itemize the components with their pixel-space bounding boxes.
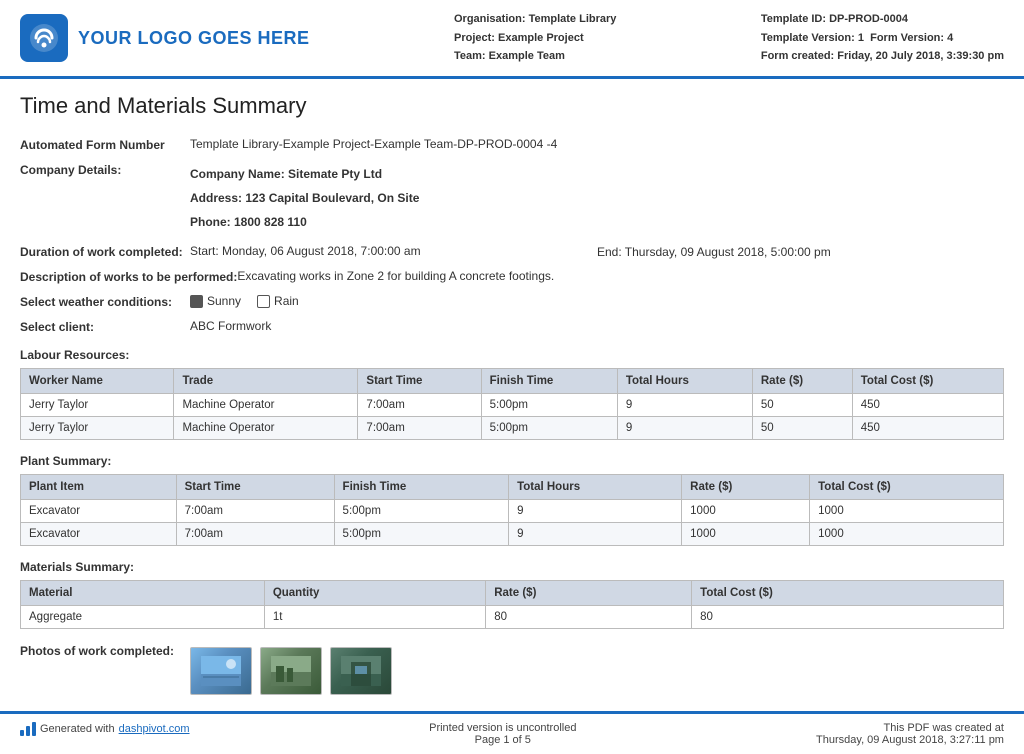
weather-label: Select weather conditions: — [20, 294, 190, 309]
plant-section-title: Plant Summary: — [20, 454, 1004, 468]
automated-form-row: Automated Form Number Template Library-E… — [20, 137, 1004, 152]
weather-sunny-label: Sunny — [207, 294, 241, 308]
plant-col-cost: Total Cost ($) — [810, 475, 1004, 500]
description-label: Description of works to be performed: — [20, 269, 237, 284]
duration-start: Start: Monday, 06 August 2018, 7:00:00 a… — [190, 244, 597, 258]
team-line: Team: Example Team — [454, 47, 616, 66]
form-content: Automated Form Number Template Library-E… — [0, 137, 1024, 695]
company-phone: Phone: 1800 828 110 — [190, 210, 1004, 234]
labour-col-start: Start Time — [358, 369, 481, 394]
plant-col-hours: Total Hours — [509, 475, 682, 500]
table-row: Jerry TaylorMachine Operator7:00am5:00pm… — [21, 417, 1004, 440]
labour-col-hours: Total Hours — [617, 369, 752, 394]
weather-value: Sunny Rain — [190, 294, 1004, 308]
generated-text: Generated with — [40, 723, 115, 735]
project-line: Project: Example Project — [454, 29, 616, 48]
weather-rain-label: Rain — [274, 294, 299, 308]
plant-col-finish: Finish Time — [334, 475, 509, 500]
client-value: ABC Formwork — [190, 319, 1004, 333]
weather-sunny-check — [190, 295, 203, 308]
mat-col-qty: Quantity — [264, 581, 485, 606]
photos-thumbnails — [190, 647, 1004, 695]
automated-form-value: Template Library-Example Project-Example… — [190, 137, 1004, 151]
table-row: Jerry TaylorMachine Operator7:00am5:00pm… — [21, 394, 1004, 417]
photo-thumb-3 — [330, 647, 392, 695]
header: YOUR LOGO GOES HERE Organisation: Templa… — [0, 0, 1024, 79]
materials-header-row: Material Quantity Rate ($) Total Cost ($… — [21, 581, 1004, 606]
photos-label: Photos of work completed: — [20, 643, 190, 658]
description-value: Excavating works in Zone 2 for building … — [237, 269, 1004, 283]
description-row: Description of works to be performed: Ex… — [20, 269, 1004, 284]
mat-col-material: Material — [21, 581, 265, 606]
photo-3-svg — [341, 656, 381, 686]
footer-left: Generated with dashpivot.com — [20, 722, 190, 736]
weather-items: Sunny Rain — [190, 294, 1004, 308]
dashpivot-icon — [20, 722, 36, 736]
page: YOUR LOGO GOES HERE Organisation: Templa… — [0, 0, 1024, 754]
labour-col-worker: Worker Name — [21, 369, 174, 394]
labour-col-trade: Trade — [174, 369, 358, 394]
client-row: Select client: ABC Formwork — [20, 319, 1004, 334]
materials-table: Material Quantity Rate ($) Total Cost ($… — [20, 580, 1004, 629]
company-details-value: Company Name: Sitemate Pty Ltd Address: … — [190, 162, 1004, 234]
photo-thumb-2 — [260, 647, 322, 695]
org-line: Organisation: Template Library — [454, 10, 616, 29]
client-label: Select client: — [20, 319, 190, 334]
labour-table: Worker Name Trade Start Time Finish Time… — [20, 368, 1004, 440]
labour-section-title: Labour Resources: — [20, 348, 1004, 362]
footer-right: This PDF was created at Thursday, 09 Aug… — [816, 722, 1004, 746]
photo-2-svg — [271, 656, 311, 686]
bar-3 — [32, 722, 36, 736]
labour-col-rate: Rate ($) — [752, 369, 852, 394]
materials-section-title: Materials Summary: — [20, 560, 1004, 574]
header-right: Template ID: DP-PROD-0004 Template Versi… — [761, 10, 1004, 66]
labour-col-cost: Total Cost ($) — [852, 369, 1003, 394]
photos-value — [190, 643, 1004, 695]
footer-right-line2: Thursday, 09 August 2018, 3:27:11 pm — [816, 734, 1004, 746]
weather-row: Select weather conditions: Sunny Rain — [20, 294, 1004, 309]
plant-table: Plant Item Start Time Finish Time Total … — [20, 474, 1004, 546]
company-details-row: Company Details: Company Name: Sitemate … — [20, 162, 1004, 234]
header-meta: Organisation: Template Library Project: … — [454, 10, 616, 66]
title-section: Time and Materials Summary — [0, 79, 1024, 137]
company-name: Company Name: Sitemate Pty Ltd — [190, 162, 1004, 186]
footer-center: Printed version is uncontrolled Page 1 o… — [429, 722, 576, 746]
template-id-line: Template ID: DP-PROD-0004 — [761, 10, 1004, 29]
photo-thumb-1 — [190, 647, 252, 695]
table-row: Excavator7:00am5:00pm910001000 — [21, 500, 1004, 523]
photos-row: Photos of work completed: — [20, 643, 1004, 695]
table-row: Excavator7:00am5:00pm910001000 — [21, 523, 1004, 546]
duration-label: Duration of work completed: — [20, 244, 190, 259]
plant-header-row: Plant Item Start Time Finish Time Total … — [21, 475, 1004, 500]
page-title: Time and Materials Summary — [20, 93, 1004, 119]
photo-1-svg — [201, 656, 241, 686]
logo-section: YOUR LOGO GOES HERE — [20, 10, 310, 66]
table-row: Aggregate1t8080 — [21, 606, 1004, 629]
duration-row: Duration of work completed: Start: Monda… — [20, 244, 1004, 259]
automated-form-label: Automated Form Number — [20, 137, 190, 152]
duration-end: End: Thursday, 09 August 2018, 5:00:00 p… — [597, 244, 1004, 259]
weather-sunny: Sunny — [190, 294, 241, 308]
logo-svg — [28, 22, 60, 54]
company-address: Address: 123 Capital Boulevard, On Site — [190, 186, 1004, 210]
logo-text: YOUR LOGO GOES HERE — [78, 28, 310, 49]
mat-col-rate: Rate ($) — [486, 581, 692, 606]
labour-header-row: Worker Name Trade Start Time Finish Time… — [21, 369, 1004, 394]
bar-1 — [20, 730, 24, 736]
footer: Generated with dashpivot.com Printed ver… — [0, 711, 1024, 754]
weather-rain: Rain — [257, 294, 299, 308]
bar-2 — [26, 726, 30, 736]
mat-col-cost: Total Cost ($) — [692, 581, 1004, 606]
version-line: Template Version: 1 Form Version: 4 — [761, 29, 1004, 48]
labour-col-finish: Finish Time — [481, 369, 617, 394]
weather-rain-check — [257, 295, 270, 308]
plant-col-item: Plant Item — [21, 475, 177, 500]
logo-icon — [20, 14, 68, 62]
footer-center-line2: Page 1 of 5 — [429, 734, 576, 746]
form-created-line: Form created: Friday, 20 July 2018, 3:39… — [761, 47, 1004, 66]
plant-col-rate: Rate ($) — [682, 475, 810, 500]
plant-col-start: Start Time — [176, 475, 334, 500]
company-details-label: Company Details: — [20, 162, 190, 177]
dashpivot-link[interactable]: dashpivot.com — [119, 723, 190, 735]
